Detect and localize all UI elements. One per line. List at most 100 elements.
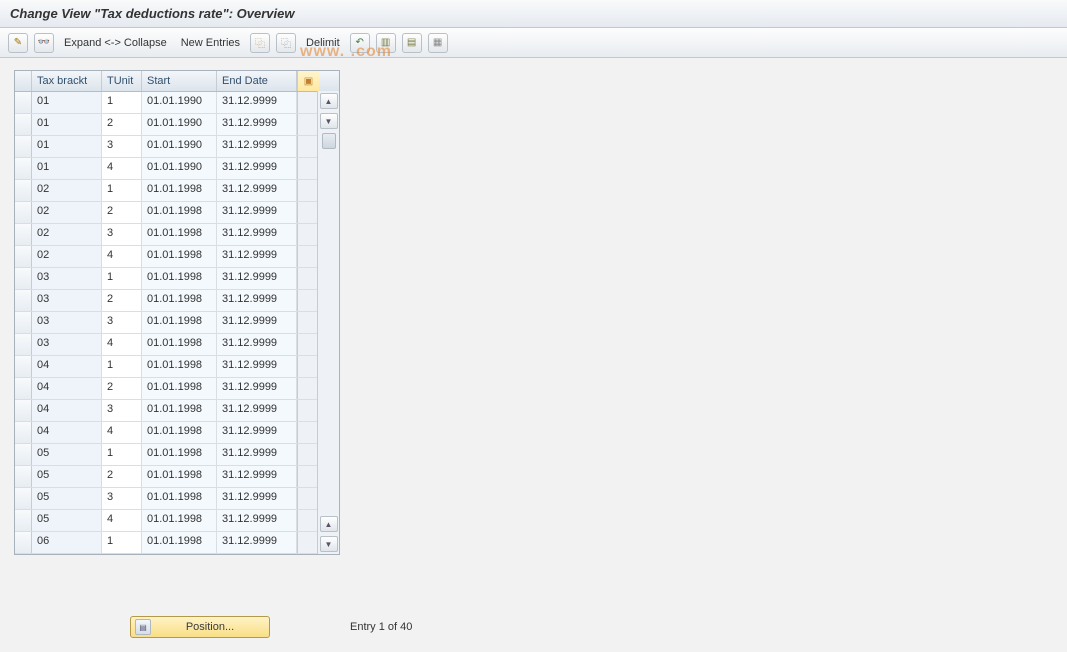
cell-start[interactable]: 01.01.1990 xyxy=(142,136,217,157)
toggle-change-icon[interactable] xyxy=(8,33,28,53)
cell-tunit[interactable]: 2 xyxy=(102,378,142,399)
scroll-page-up-button[interactable]: ▲ xyxy=(320,516,338,532)
cell-tunit[interactable]: 3 xyxy=(102,224,142,245)
row-selector[interactable] xyxy=(15,158,32,179)
cell-tunit[interactable]: 3 xyxy=(102,400,142,421)
cell-start[interactable]: 01.01.1998 xyxy=(142,202,217,223)
cell-start[interactable]: 01.01.1998 xyxy=(142,224,217,245)
cell-tax-bracket[interactable]: 05 xyxy=(32,510,102,531)
select-block-icon[interactable] xyxy=(402,33,422,53)
cell-tax-bracket[interactable]: 04 xyxy=(32,422,102,443)
cell-end-date[interactable]: 31.12.9999 xyxy=(217,466,297,487)
row-selector[interactable] xyxy=(15,466,32,487)
cell-start[interactable]: 01.01.1998 xyxy=(142,466,217,487)
cell-tax-bracket[interactable]: 02 xyxy=(32,202,102,223)
undo-icon[interactable] xyxy=(350,33,370,53)
cell-start[interactable]: 01.01.1998 xyxy=(142,334,217,355)
copy-icon[interactable] xyxy=(276,33,296,53)
row-selector[interactable] xyxy=(15,488,32,509)
cell-tunit[interactable]: 2 xyxy=(102,466,142,487)
cell-end-date[interactable]: 31.12.9999 xyxy=(217,290,297,311)
cell-end-date[interactable]: 31.12.9999 xyxy=(217,356,297,377)
cell-end-date[interactable]: 31.12.9999 xyxy=(217,202,297,223)
row-selector[interactable] xyxy=(15,246,32,267)
column-header-start[interactable]: Start xyxy=(142,71,217,91)
cell-tunit[interactable]: 4 xyxy=(102,422,142,443)
new-entries-button[interactable]: New Entries xyxy=(177,33,244,53)
cell-tunit[interactable]: 4 xyxy=(102,334,142,355)
cell-tax-bracket[interactable]: 02 xyxy=(32,246,102,267)
cell-end-date[interactable]: 31.12.9999 xyxy=(217,444,297,465)
cell-tax-bracket[interactable]: 04 xyxy=(32,400,102,421)
scroll-down-button[interactable]: ▼ xyxy=(320,536,338,552)
select-all-icon[interactable] xyxy=(376,33,396,53)
row-selector[interactable] xyxy=(15,268,32,289)
cell-tunit[interactable]: 1 xyxy=(102,180,142,201)
cell-start[interactable]: 01.01.1998 xyxy=(142,422,217,443)
cell-end-date[interactable]: 31.12.9999 xyxy=(217,114,297,135)
cell-end-date[interactable]: 31.12.9999 xyxy=(217,510,297,531)
cell-end-date[interactable]: 31.12.9999 xyxy=(217,422,297,443)
cell-start[interactable]: 01.01.1998 xyxy=(142,400,217,421)
cell-tax-bracket[interactable]: 02 xyxy=(32,180,102,201)
row-selector[interactable] xyxy=(15,290,32,311)
cell-tax-bracket[interactable]: 03 xyxy=(32,334,102,355)
column-settings-icon[interactable] xyxy=(297,71,319,91)
column-header-tunit[interactable]: TUnit xyxy=(102,71,142,91)
row-selector[interactable] xyxy=(15,510,32,531)
cell-tunit[interactable]: 2 xyxy=(102,290,142,311)
row-selector[interactable] xyxy=(15,224,32,245)
cell-start[interactable]: 01.01.1998 xyxy=(142,312,217,333)
cell-tax-bracket[interactable]: 05 xyxy=(32,444,102,465)
row-selector[interactable] xyxy=(15,400,32,421)
cell-end-date[interactable]: 31.12.9999 xyxy=(217,400,297,421)
cell-tax-bracket[interactable]: 04 xyxy=(32,378,102,399)
row-selector[interactable] xyxy=(15,334,32,355)
row-selector[interactable] xyxy=(15,114,32,135)
cell-end-date[interactable]: 31.12.9999 xyxy=(217,180,297,201)
cell-tunit[interactable]: 2 xyxy=(102,202,142,223)
cell-start[interactable]: 01.01.1998 xyxy=(142,246,217,267)
deselect-all-icon[interactable] xyxy=(428,33,448,53)
row-selector[interactable] xyxy=(15,532,32,553)
cell-start[interactable]: 01.01.1990 xyxy=(142,92,217,113)
cell-start[interactable]: 01.01.1998 xyxy=(142,180,217,201)
position-button[interactable]: ▤ Position... xyxy=(130,616,270,638)
row-selector[interactable] xyxy=(15,444,32,465)
cell-tax-bracket[interactable]: 03 xyxy=(32,268,102,289)
cell-start[interactable]: 01.01.1990 xyxy=(142,114,217,135)
cell-end-date[interactable]: 31.12.9999 xyxy=(217,224,297,245)
cell-start[interactable]: 01.01.1998 xyxy=(142,290,217,311)
cell-end-date[interactable]: 31.12.9999 xyxy=(217,136,297,157)
cell-start[interactable]: 01.01.1998 xyxy=(142,268,217,289)
delimit-button[interactable]: Delimit xyxy=(302,33,344,53)
cell-tax-bracket[interactable]: 01 xyxy=(32,114,102,135)
column-header-end-date[interactable]: End Date xyxy=(217,71,297,91)
row-selector[interactable] xyxy=(15,180,32,201)
cell-tunit[interactable]: 4 xyxy=(102,510,142,531)
cell-start[interactable]: 01.01.1990 xyxy=(142,158,217,179)
cell-start[interactable]: 01.01.1998 xyxy=(142,378,217,399)
copy-as-icon[interactable] xyxy=(250,33,270,53)
cell-end-date[interactable]: 31.12.9999 xyxy=(217,268,297,289)
cell-tax-bracket[interactable]: 03 xyxy=(32,312,102,333)
cell-end-date[interactable]: 31.12.9999 xyxy=(217,378,297,399)
cell-tunit[interactable]: 2 xyxy=(102,114,142,135)
cell-end-date[interactable]: 31.12.9999 xyxy=(217,158,297,179)
row-selector[interactable] xyxy=(15,202,32,223)
cell-end-date[interactable]: 31.12.9999 xyxy=(217,488,297,509)
scroll-thumb[interactable] xyxy=(322,133,336,149)
cell-start[interactable]: 01.01.1998 xyxy=(142,488,217,509)
cell-start[interactable]: 01.01.1998 xyxy=(142,356,217,377)
cell-tunit[interactable]: 1 xyxy=(102,268,142,289)
cell-start[interactable]: 01.01.1998 xyxy=(142,510,217,531)
cell-tax-bracket[interactable]: 06 xyxy=(32,532,102,553)
row-selector[interactable] xyxy=(15,356,32,377)
cell-end-date[interactable]: 31.12.9999 xyxy=(217,532,297,553)
cell-tunit[interactable]: 4 xyxy=(102,246,142,267)
scroll-up-button[interactable]: ▲ xyxy=(320,93,338,109)
cell-end-date[interactable]: 31.12.9999 xyxy=(217,312,297,333)
cell-tunit[interactable]: 1 xyxy=(102,356,142,377)
row-selector[interactable] xyxy=(15,136,32,157)
cell-tunit[interactable]: 1 xyxy=(102,532,142,553)
